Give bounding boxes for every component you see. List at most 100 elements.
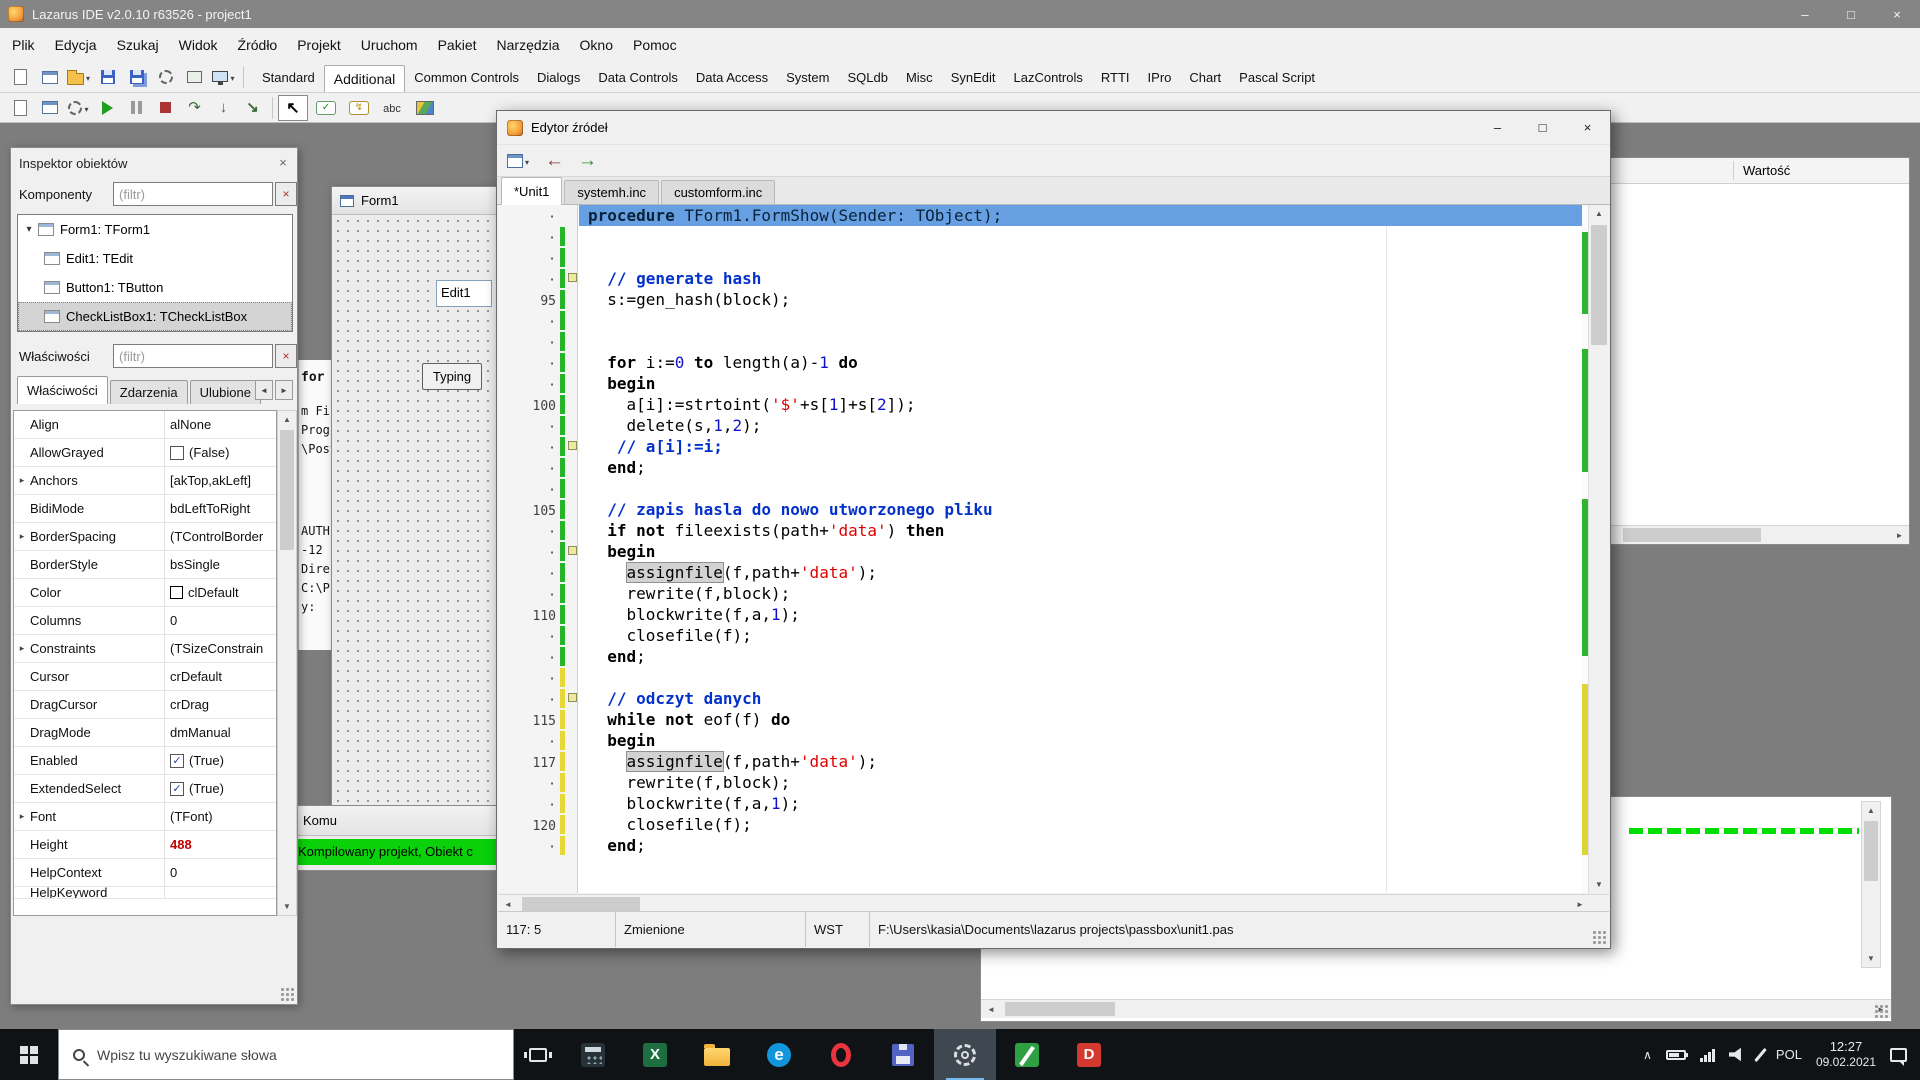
editor-vertical-scrollbar[interactable] (1588, 205, 1609, 893)
code-line-116[interactable]: · begin (498, 730, 1583, 751)
code-line-104[interactable]: · (498, 478, 1583, 499)
scroll-down-button[interactable] (278, 898, 296, 915)
prop-value[interactable]: bdLeftToRight (164, 495, 276, 522)
volume-icon[interactable] (1722, 1029, 1752, 1080)
prop-value[interactable]: bsSingle (164, 551, 276, 578)
oi-tab-ulubione[interactable]: Ulubione (189, 380, 261, 404)
view-windows-icon[interactable] (209, 64, 238, 90)
prop-row-borderstyle[interactable]: BorderStyle bsSingle (14, 551, 276, 579)
stop-icon[interactable] (151, 95, 180, 121)
notification-center-icon[interactable] (1883, 1029, 1914, 1080)
prop-value[interactable] (164, 887, 276, 898)
maximize-button[interactable]: □ (1520, 111, 1565, 144)
prop-row-color[interactable]: Color clDefault (14, 579, 276, 607)
checkbox-icon[interactable] (170, 445, 184, 460)
code-line-120[interactable]: 120 closefile(f); (498, 814, 1583, 835)
prop-row-helpkeyword[interactable]: HelpKeyword (14, 887, 276, 899)
filter-clear-button[interactable] (275, 182, 297, 206)
code-line-113[interactable]: · (498, 667, 1583, 688)
prop-row-font[interactable]: Font (TFont) (14, 803, 276, 831)
horizontal-scrollbar[interactable] (981, 999, 1891, 1018)
tree-item-edit1-tedit[interactable]: Edit1: TEdit (18, 244, 292, 273)
code-line-101[interactable]: · delete(s,1,2); (498, 415, 1583, 436)
prop-row-borderspacing[interactable]: BorderSpacing (TControlBorder (14, 523, 276, 551)
prop-value[interactable]: (False) (164, 439, 276, 466)
palette-tab-data-access[interactable]: Data Access (687, 62, 777, 92)
prop-value[interactable]: 488 (164, 831, 276, 858)
scroll-down-button[interactable] (1589, 876, 1609, 893)
settings-gear-icon[interactable] (934, 1029, 996, 1080)
prop-value[interactable]: (TControlBorder (164, 523, 276, 550)
filter-clear-button-2[interactable] (275, 344, 297, 368)
editor-tab-systemh-inc[interactable]: systemh.inc (564, 180, 660, 204)
typing-button-control[interactable]: Typing (422, 363, 482, 390)
language-indicator[interactable]: POL (1769, 1029, 1809, 1080)
new-form-icon[interactable] (35, 64, 64, 90)
palette-tab-synedit[interactable]: SynEdit (942, 62, 1005, 92)
code-line-98[interactable]: · for i:=0 to length(a)-1 do (498, 352, 1583, 373)
code-line-112[interactable]: · end; (498, 646, 1583, 667)
menu-edycja[interactable]: Edycja (45, 28, 107, 62)
menu-pomoc[interactable]: Pomoc (623, 28, 687, 62)
jump-forward-icon[interactable] (578, 150, 597, 172)
excel-icon[interactable] (624, 1029, 686, 1080)
fold-mark-icon[interactable] (568, 693, 577, 702)
editor-tab-customform-inc[interactable]: customform.inc (661, 180, 776, 204)
start-button[interactable] (0, 1029, 58, 1080)
tab-scroll-left-button[interactable] (255, 380, 273, 400)
new-unit-icon[interactable] (6, 64, 35, 90)
code-line-95[interactable]: 95 s:=gen_hash(block); (498, 289, 1583, 310)
code-line-102[interactable]: · // a[i]:=i; (498, 436, 1583, 457)
code-line-117[interactable]: 117 assignfile(f,path+'data'); (498, 751, 1583, 772)
timage-icon[interactable] (410, 95, 440, 121)
menu-szukaj[interactable]: Szukaj (107, 28, 169, 62)
code-line-105[interactable]: 105 // zapis hasla do nowo utworzonego p… (498, 499, 1583, 520)
palette-tab-additional[interactable]: Additional (323, 65, 406, 92)
toggle-form-unit-icon[interactable] (180, 64, 209, 90)
palette-tab-dialogs[interactable]: Dialogs (528, 62, 589, 92)
battery-icon[interactable] (1659, 1029, 1693, 1080)
search-input[interactable] (95, 1045, 475, 1064)
oi-tab-zdarzenia[interactable]: Zdarzenia (109, 380, 188, 404)
jump-back-icon[interactable] (545, 150, 564, 172)
prop-row-allowgrayed[interactable]: AllowGrayed (False) (14, 439, 276, 467)
fold-mark-icon[interactable] (568, 546, 577, 555)
fold-mark-icon[interactable] (568, 441, 577, 450)
prop-row-enabled[interactable]: Enabled (True) (14, 747, 276, 775)
prop-row-align[interactable]: Align alNone (14, 411, 276, 439)
prop-row-columns[interactable]: Columns 0 (14, 607, 276, 635)
run-icon[interactable] (93, 95, 122, 121)
tstatictext-icon[interactable] (377, 95, 407, 121)
cursor-icon[interactable] (278, 94, 308, 121)
edit1-control[interactable]: Edit1 (436, 280, 492, 307)
build-file-icon[interactable] (151, 64, 180, 90)
editor-tab-unit1[interactable]: *Unit1 (501, 177, 563, 205)
code-line-115[interactable]: 115 while not eof(f) do (498, 709, 1583, 730)
palette-tab-system[interactable]: System (777, 62, 838, 92)
prop-value[interactable]: 0 (164, 859, 276, 886)
step-over-icon[interactable] (180, 95, 209, 121)
open-file-icon[interactable] (64, 64, 93, 90)
prop-row-dragcursor[interactable]: DragCursor crDrag (14, 691, 276, 719)
code-area[interactable]: · procedure TForm1.FormShow(Sender: TObje… (498, 205, 1609, 893)
prop-value[interactable]: (True) (164, 775, 276, 802)
menu-zrod-o[interactable]: Źródło (228, 28, 288, 62)
code-line-93[interactable]: · (498, 247, 1583, 268)
prop-row-extendedselect[interactable]: ExtendedSelect (True) (14, 775, 276, 803)
code-line-100[interactable]: 100 a[i]:=strtoint('$'+s[1]+s[2]); (498, 394, 1583, 415)
scroll-up-button[interactable] (1862, 802, 1880, 819)
resize-grip[interactable] (280, 987, 295, 1002)
tree-item-button1-tbutton[interactable]: Button1: TButton (18, 273, 292, 302)
pen-icon[interactable] (1752, 1029, 1769, 1080)
tree-expander-icon[interactable] (22, 224, 36, 235)
column-divider[interactable] (1733, 161, 1734, 180)
palette-tab-rtti[interactable]: RTTI (1092, 62, 1139, 92)
folder-icon[interactable] (686, 1029, 748, 1080)
palette-tab-common-controls[interactable]: Common Controls (405, 62, 528, 92)
prop-row-anchors[interactable]: Anchors [akTop,akLeft] (14, 467, 276, 495)
tree-item-checklistbox1-tchecklistbox[interactable]: CheckListBox1: TCheckListBox (18, 302, 292, 331)
checkbox-icon[interactable] (170, 781, 184, 796)
close-icon[interactable] (274, 153, 292, 171)
menu-pakiet[interactable]: Pakiet (428, 28, 487, 62)
messages-titlebar[interactable]: Komu (295, 806, 499, 836)
